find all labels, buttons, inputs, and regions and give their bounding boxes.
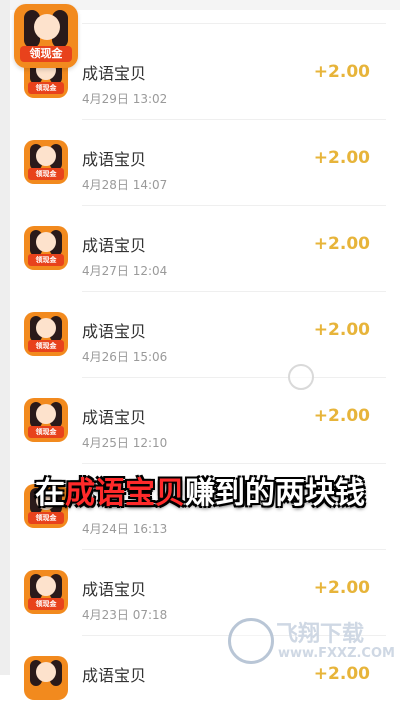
item-title: 成语宝贝 bbox=[82, 666, 147, 685]
list-item[interactable]: 领现金 成语宝贝 4月27日 12:04 +2.00 bbox=[10, 206, 386, 292]
app-icon: 领现金 bbox=[24, 312, 68, 356]
item-amount: +2.00 bbox=[313, 234, 370, 254]
item-title: 成语宝贝 bbox=[82, 322, 147, 341]
item-amount: +2.00 bbox=[313, 320, 370, 340]
screen-edge bbox=[0, 0, 10, 675]
row-divider bbox=[82, 23, 386, 24]
item-time: 4月28日 14:07 bbox=[82, 178, 168, 192]
item-amount: +2.00 bbox=[313, 62, 370, 82]
item-time: 4月24日 16:13 bbox=[82, 522, 168, 536]
watermark-logo-icon bbox=[228, 618, 274, 664]
item-time: 4月26日 15:06 bbox=[82, 350, 168, 364]
item-amount: +2.00 bbox=[313, 664, 370, 684]
list-item[interactable]: 领现金 成语宝贝 4月28日 14:07 +2.00 bbox=[10, 120, 386, 206]
app-icon: 领现金 bbox=[24, 226, 68, 270]
icon-badge: 领现金 bbox=[28, 340, 64, 352]
item-time: 4月27日 12:04 bbox=[82, 264, 168, 278]
list-item[interactable]: 领现金 成语宝贝 4月26日 15:06 +2.00 bbox=[10, 292, 386, 378]
item-title: 成语宝贝 bbox=[82, 580, 147, 599]
icon-badge: 领现金 bbox=[28, 426, 64, 438]
item-time: 4月25日 12:10 bbox=[82, 436, 168, 450]
icon-badge: 领现金 bbox=[28, 168, 64, 180]
watermark-brand: 飞翔下载 bbox=[276, 622, 365, 647]
item-title: 成语宝贝 bbox=[82, 408, 147, 427]
floating-app-icon[interactable]: 领现金 bbox=[14, 4, 78, 68]
video-caption: 在成语宝贝赚到的两块钱 bbox=[0, 468, 400, 512]
caption-suffix: 赚到的两块钱 bbox=[185, 476, 365, 511]
item-amount: +2.00 bbox=[313, 578, 370, 598]
app-icon: 领现金 bbox=[24, 398, 68, 442]
item-time: 4月29日 13:02 bbox=[82, 92, 168, 106]
item-title: 成语宝贝 bbox=[82, 236, 147, 255]
caption-highlight: 成语宝贝 bbox=[65, 476, 185, 511]
list-item[interactable]: 领现金 成语宝贝 4月25日 12:10 +2.00 bbox=[10, 378, 386, 464]
item-amount: +2.00 bbox=[313, 406, 370, 426]
watermark-site: www.FXXZ.COM bbox=[278, 646, 395, 661]
item-title: 成语宝贝 bbox=[82, 150, 147, 169]
floating-app-label: 领现金 bbox=[20, 46, 72, 62]
icon-badge: 领现金 bbox=[28, 254, 64, 266]
assistive-touch-button[interactable] bbox=[288, 364, 314, 390]
item-time: 4月23日 07:18 bbox=[82, 608, 168, 622]
item-amount: +2.00 bbox=[313, 148, 370, 168]
app-icon: 领现金 bbox=[24, 570, 68, 614]
icon-badge: 领现金 bbox=[28, 598, 64, 610]
icon-badge: 领现金 bbox=[28, 512, 64, 524]
icon-badge: 领现金 bbox=[28, 82, 64, 94]
app-icon: 领现金 bbox=[24, 140, 68, 184]
app-icon bbox=[24, 656, 68, 700]
caption-prefix: 在 bbox=[35, 476, 65, 511]
site-watermark: 飞翔下载 www.FXXZ.COM bbox=[226, 614, 395, 666]
item-title: 成语宝贝 bbox=[82, 64, 147, 83]
